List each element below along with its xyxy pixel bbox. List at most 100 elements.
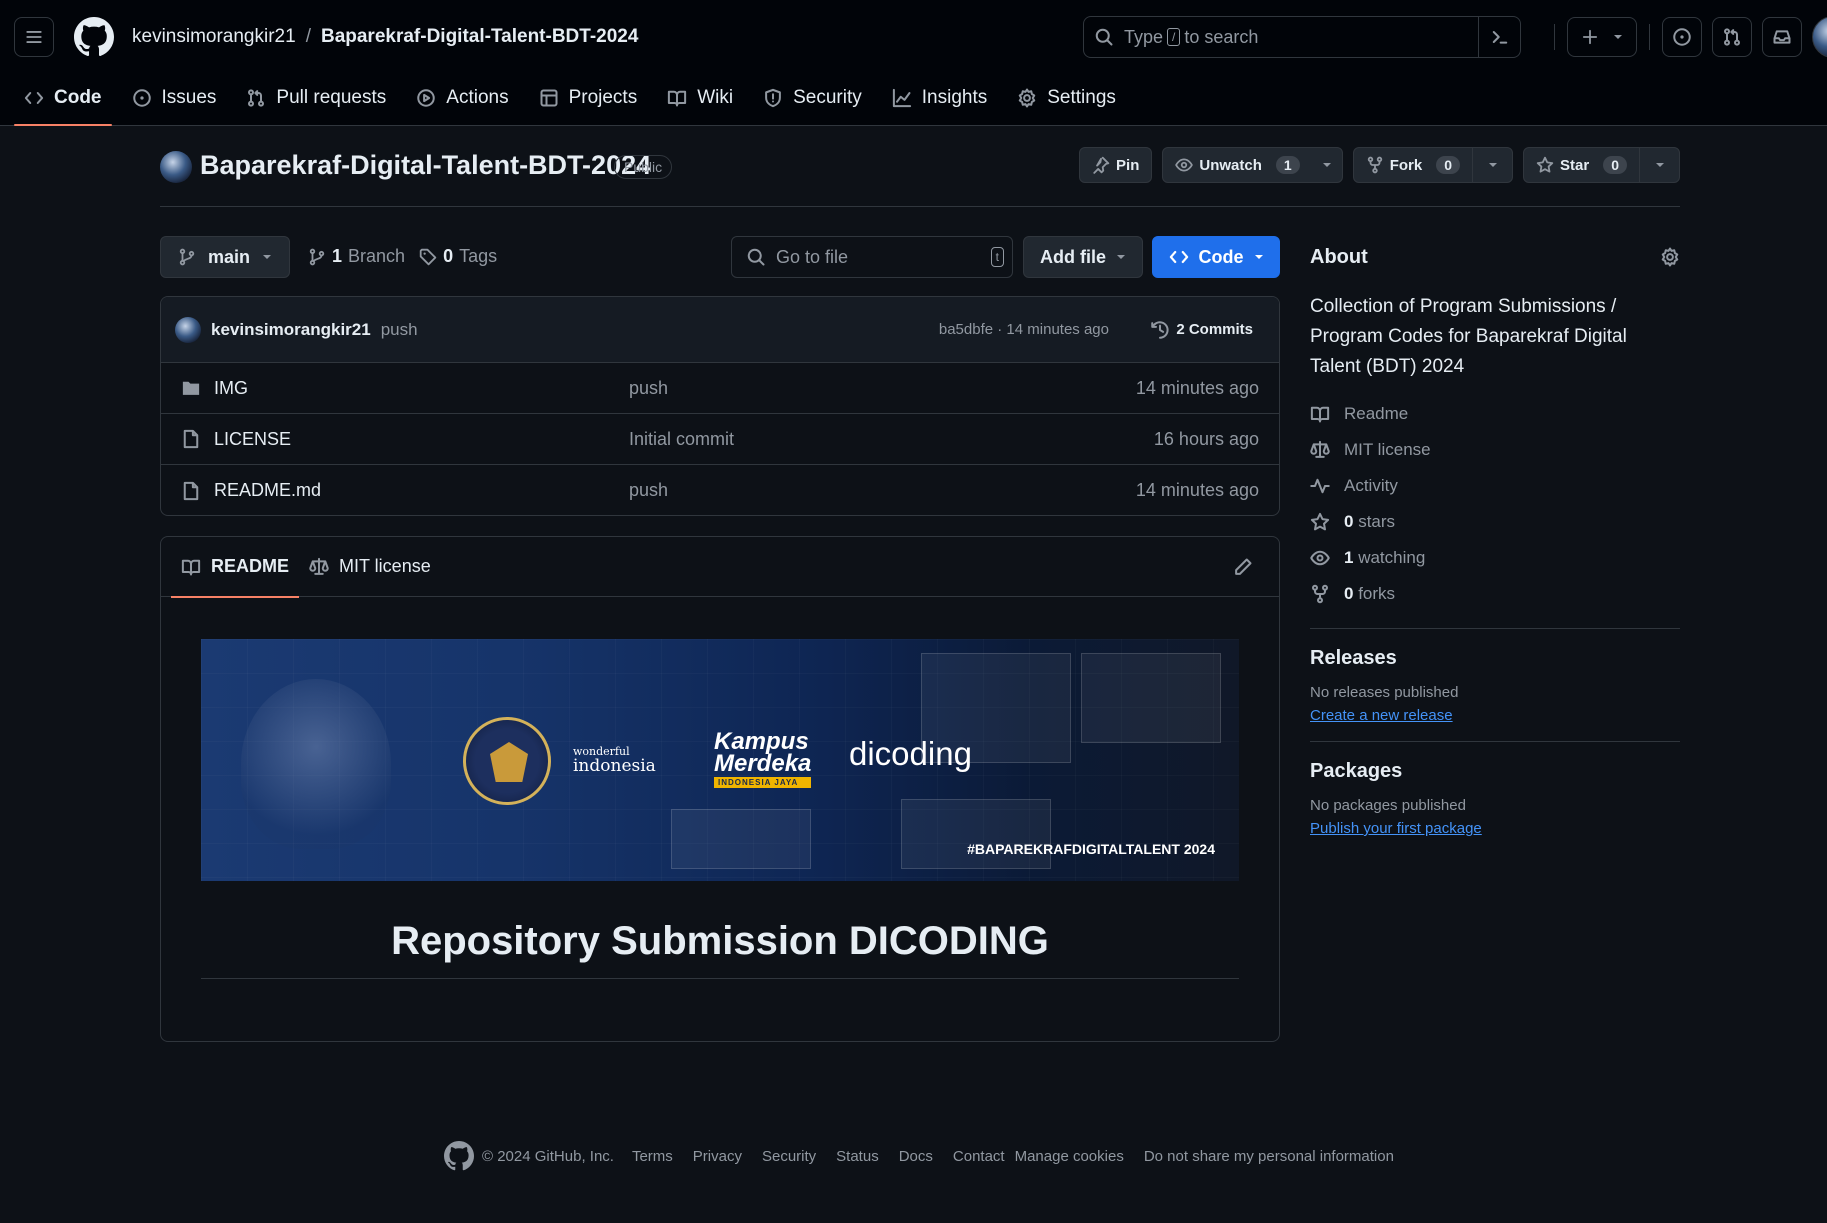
code-button-label: Code <box>1198 246 1244 267</box>
tab-label: Wiki <box>697 87 734 108</box>
tab-projects[interactable]: Projects <box>529 78 648 118</box>
tags-link[interactable]: 0 Tags <box>419 246 497 267</box>
commit-author[interactable]: kevinsimorangkir21 <box>211 320 371 340</box>
commits-link[interactable]: 2 Commits <box>1150 320 1253 340</box>
branch-selector[interactable]: main <box>160 236 290 278</box>
inbox-button[interactable] <box>1762 17 1802 57</box>
stars-count: 0 <box>1344 512 1354 531</box>
search-input[interactable]: Type / to search <box>1083 16 1521 58</box>
pin-button[interactable]: Pin <box>1079 147 1153 183</box>
releases-title[interactable]: Releases <box>1310 647 1680 670</box>
file-name[interactable]: LICENSE <box>214 429 291 450</box>
tab-settings[interactable]: Settings <box>1007 78 1126 118</box>
footer-link-security[interactable]: Security <box>762 1148 816 1165</box>
footer-link-privacy[interactable]: Privacy <box>693 1148 742 1165</box>
stars-link[interactable]: 0 stars <box>1310 504 1680 540</box>
tab-label: Actions <box>446 87 509 108</box>
pulse-icon <box>1310 478 1330 494</box>
readme-banner-image: wonderful indonesia Kampus Merdeka INDON… <box>201 639 1239 881</box>
issues-button[interactable] <box>1662 17 1702 57</box>
file-commit-message[interactable]: push <box>629 480 668 501</box>
footer-link-do-not-share[interactable]: Do not share my personal information <box>1144 1148 1394 1165</box>
caret-down-icon <box>1254 255 1263 259</box>
file-row[interactable]: LICENSE Initial commit 16 hours ago <box>161 414 1279 465</box>
header-divider <box>1649 24 1650 50</box>
tab-insights[interactable]: Insights <box>882 78 997 118</box>
github-logo[interactable] <box>74 17 114 57</box>
tag-icon <box>419 248 437 265</box>
commit-author-avatar[interactable] <box>175 316 201 343</box>
footer-link-status[interactable]: Status <box>836 1148 879 1165</box>
menu-button[interactable] <box>14 17 54 57</box>
file-age: 16 hours ago <box>1153 428 1259 449</box>
indonesia-jaya-text: INDONESIA JAYA <box>714 777 812 788</box>
watch-dropdown[interactable] <box>1312 148 1342 182</box>
packages-title[interactable]: Packages <box>1310 760 1680 783</box>
github-icon[interactable] <box>444 1141 474 1171</box>
pull-requests-button[interactable] <box>1712 17 1752 57</box>
activity-link[interactable]: Activity <box>1310 468 1680 504</box>
copyright-text: © 2024 GitHub, Inc. <box>482 1147 614 1165</box>
footer-link-terms[interactable]: Terms <box>632 1148 673 1165</box>
file-commit-message[interactable]: Initial commit <box>629 429 734 450</box>
fork-count: 0 <box>1436 156 1461 174</box>
footer-link-docs[interactable]: Docs <box>899 1148 933 1165</box>
tab-pull-requests[interactable]: Pull requests <box>236 78 396 118</box>
user-avatar[interactable] <box>1812 16 1827 58</box>
code-icon <box>24 92 44 104</box>
commit-meta[interactable]: ba5dbfe · 14 minutes ago <box>939 321 1109 338</box>
link-label: Activity <box>1344 476 1398 495</box>
create-new-button[interactable] <box>1567 17 1637 57</box>
footer-copyright: © 2024 GitHub, Inc. <box>444 1141 614 1171</box>
go-to-file-shortcut: t <box>990 247 1004 267</box>
tab-wiki[interactable]: Wiki <box>657 78 743 118</box>
file-name[interactable]: IMG <box>214 378 248 399</box>
tab-security[interactable]: Security <box>753 78 872 118</box>
fork-icon <box>1367 156 1382 174</box>
footer-link-contact[interactable]: Contact <box>953 1148 1005 1165</box>
branches-link[interactable]: 1 Branch <box>308 246 405 267</box>
tab-label: Pull requests <box>276 87 387 108</box>
file-name[interactable]: README.md <box>214 480 321 501</box>
owner-link[interactable]: kevinsimorangkir21 <box>132 26 296 48</box>
kampus-merdeka-logo: Kampus Merdeka INDONESIA JAYA <box>714 730 812 788</box>
about-title: About <box>1310 245 1368 268</box>
commit-message[interactable]: push <box>381 320 418 340</box>
add-file-button[interactable]: Add file <box>1023 236 1143 278</box>
edit-readme-button[interactable] <box>1233 557 1253 577</box>
tab-readme[interactable]: README <box>171 537 300 598</box>
publish-package-link[interactable]: Publish your first package <box>1310 820 1482 837</box>
caret-down-icon <box>1117 255 1125 259</box>
star-dropdown[interactable] <box>1639 148 1679 182</box>
tab-label: Insights <box>921 87 988 108</box>
branch-tag-info: 1 Branch 0 Tags <box>308 246 497 267</box>
footer-link-manage-cookies[interactable]: Manage cookies <box>1015 1148 1124 1165</box>
license-link[interactable]: MIT license <box>1310 432 1680 468</box>
owner-avatar[interactable] <box>160 151 192 183</box>
eye-icon <box>1310 550 1330 566</box>
go-to-file-input[interactable]: Go to file t <box>731 236 1013 278</box>
tab-code[interactable]: Code <box>14 78 112 126</box>
gear-icon[interactable] <box>1660 247 1680 267</box>
file-row[interactable]: IMG push 14 minutes ago <box>161 363 1279 414</box>
fork-button[interactable]: Fork 0 <box>1352 147 1514 183</box>
watchers-link[interactable]: 1 watching <box>1310 540 1680 576</box>
repo-title[interactable]: Baparekraf-Digital-Talent-BDT-2024 <box>200 150 651 181</box>
watch-button[interactable]: Unwatch 1 <box>1162 147 1343 183</box>
file-row[interactable]: README.md push 14 minutes ago <box>161 465 1279 515</box>
forks-link[interactable]: 0 forks <box>1310 576 1680 612</box>
tab-license[interactable]: MIT license <box>299 537 441 597</box>
command-palette-button[interactable] <box>1478 17 1520 57</box>
gear-icon <box>1018 88 1036 108</box>
file-commit-message[interactable]: push <box>629 378 668 399</box>
repo-link[interactable]: Baparekraf-Digital-Talent-BDT-2024 <box>321 26 638 48</box>
tab-actions[interactable]: Actions <box>406 78 518 118</box>
readme-tab-label: README <box>211 556 290 576</box>
create-release-link[interactable]: Create a new release <box>1310 707 1453 724</box>
star-button[interactable]: Star 0 <box>1523 147 1680 183</box>
watchers-count: 1 <box>1344 548 1354 567</box>
code-button[interactable]: Code <box>1152 236 1280 278</box>
fork-dropdown[interactable] <box>1472 148 1512 182</box>
tab-issues[interactable]: Issues <box>122 78 227 118</box>
readme-link[interactable]: Readme <box>1310 396 1680 432</box>
